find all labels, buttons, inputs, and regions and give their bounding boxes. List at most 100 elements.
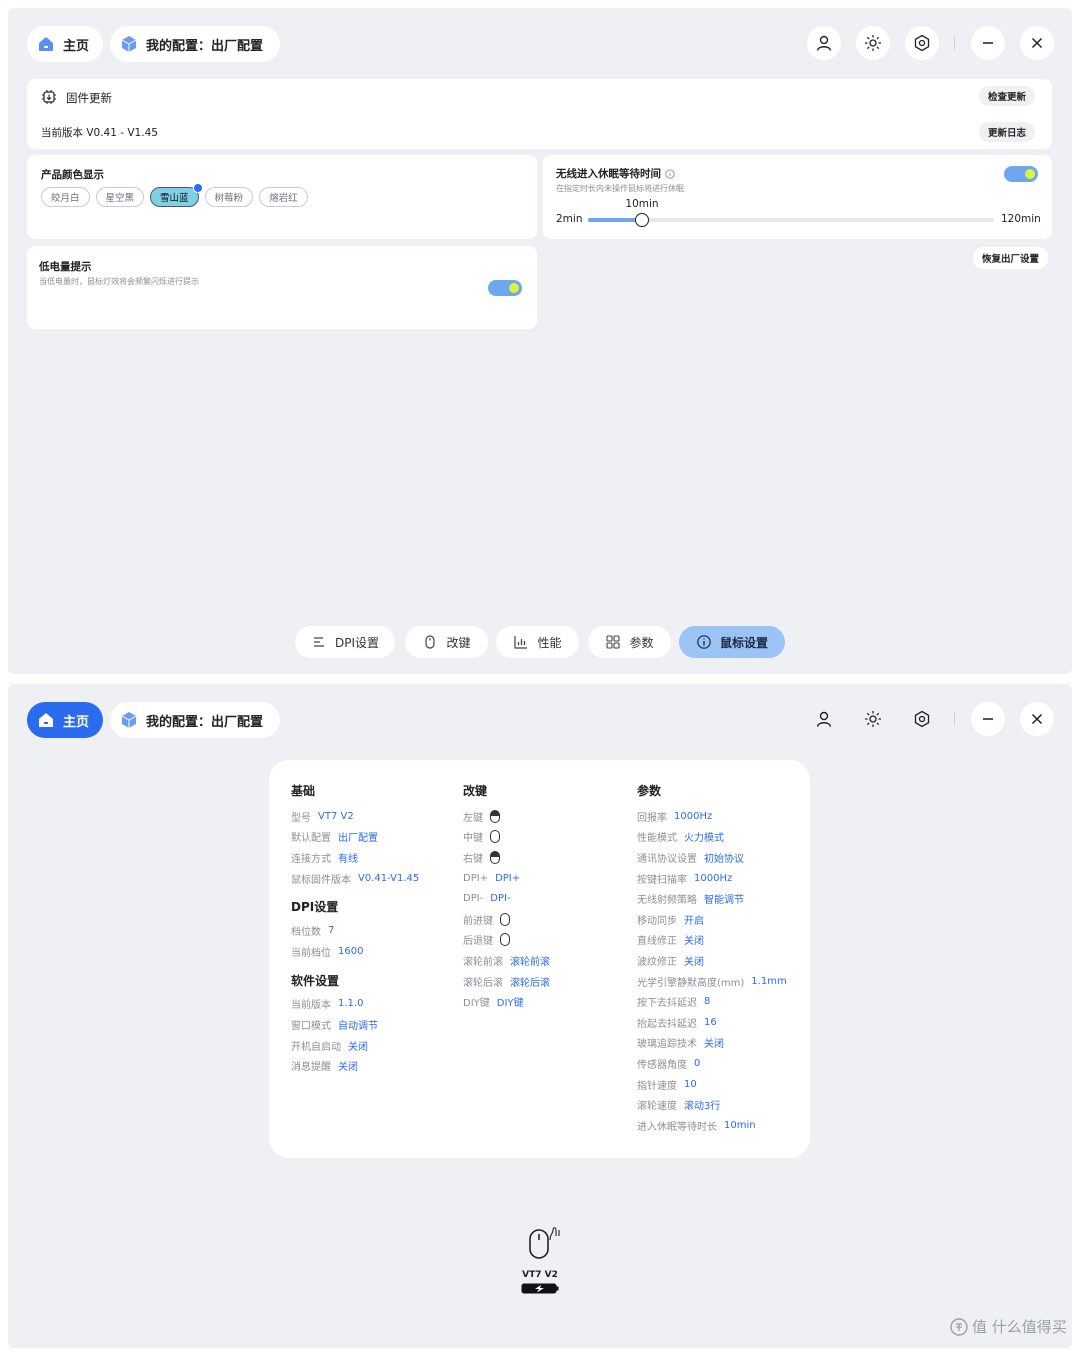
settings-button[interactable]: [905, 702, 939, 736]
summary-value: 1000Hz: [694, 872, 733, 884]
summary-row: 默认配置 出厂配置: [291, 827, 461, 848]
software-heading: 软件设置: [291, 973, 340, 988]
home-icon: [39, 37, 53, 51]
title-bar: 主页 我的配置：出厂配置: [8, 684, 1072, 756]
summary-key: 后退键: [463, 936, 493, 948]
list-icon: [313, 637, 324, 647]
summary-key: 左键: [463, 812, 483, 824]
close-button[interactable]: [1020, 702, 1054, 736]
user-button[interactable]: [807, 702, 841, 736]
lighting-button[interactable]: [856, 26, 890, 60]
summary-key: 无线射频策略: [637, 895, 697, 907]
summary-key: DIY键: [463, 998, 490, 1010]
summary-row: 滚轮后滚 滚轮后滚: [463, 971, 633, 992]
brightness-icon: [865, 711, 881, 727]
summary-row: 消息提醒 关闭: [291, 1055, 461, 1076]
tab-keys[interactable]: 改键: [405, 626, 488, 658]
summary-row: 抬起去抖延迟 16: [637, 1012, 807, 1033]
summary-value: 滚动3行: [684, 1101, 721, 1113]
sleep-slider-track[interactable]: 10min: [588, 198, 994, 227]
tab-performance[interactable]: 性能: [496, 626, 579, 658]
summary-key: 滚轮速度: [637, 1101, 677, 1113]
summary-value: 智能调节: [704, 895, 744, 907]
changelog-button[interactable]: 更新日志: [979, 122, 1036, 142]
mouse-icon: [425, 635, 436, 649]
hexagon-settings-icon: [914, 710, 930, 728]
summary-value: VT7 V2: [318, 810, 354, 822]
minimize-icon: [983, 718, 993, 720]
summary-row: 直线修正 关闭: [637, 930, 807, 951]
title-separator: [954, 36, 955, 50]
summary-key: 指针速度: [637, 1080, 677, 1092]
tab-params[interactable]: 参数: [588, 626, 671, 658]
tab-mouse-settings[interactable]: 鼠标设置: [679, 626, 785, 658]
lighting-button[interactable]: [856, 702, 890, 736]
low-battery-toggle[interactable]: [488, 280, 522, 296]
summary-value: 1600: [338, 945, 364, 957]
summary-row: 鼠标固件版本 V0.41-V1.45: [291, 868, 461, 889]
summary-value: DPI+: [495, 872, 521, 884]
summary-row: 窗口模式 自动调节: [291, 1014, 461, 1035]
color-chip[interactable]: 树莓粉: [204, 187, 254, 207]
summary-col-keys: 改键 左键 中键 右键 DPI+ DPI+ DPI- DPI- 前进键 后退键 滚轮前滚 滚轮前滚滚…: [463, 782, 633, 1012]
factory-reset-button[interactable]: 恢复出厂设置: [973, 247, 1049, 269]
close-button[interactable]: [1020, 26, 1054, 60]
check-badge-icon: [192, 183, 203, 193]
config-label: 我的配置：出厂配置: [146, 38, 264, 54]
minimize-button[interactable]: [971, 26, 1005, 60]
info-icon[interactable]: [665, 168, 675, 179]
color-chip[interactable]: 熔岩红: [259, 187, 308, 207]
summary-key: 型号: [291, 812, 311, 824]
mouse-forward-icon: [500, 912, 510, 926]
sleep-desc: 在指定时长内未操作鼠标将进行休眠: [556, 184, 684, 193]
device-widget[interactable]: VT7 V2: [514, 1222, 566, 1298]
summary-value: 关闭: [348, 1041, 368, 1053]
minimize-button[interactable]: [971, 702, 1005, 736]
tab-dpi[interactable]: DPI设置: [295, 626, 395, 658]
summary-row: 型号 VT7 V2: [291, 806, 461, 827]
mouse-right-icon: [490, 850, 500, 864]
summary-value: 16: [704, 1016, 717, 1028]
summary-key: 光学引擎静默高度(mm): [637, 977, 745, 989]
summary-value: 开启: [684, 915, 704, 927]
summary-key: 中键: [463, 833, 483, 845]
summary-key: 鼠标固件版本: [291, 874, 351, 886]
low-battery-desc: 当低电量时，鼠标灯效将会频繁闪烁进行提示: [39, 277, 199, 286]
home-button[interactable]: 主页: [27, 702, 103, 738]
watermark-text: 值 什么值得买: [972, 1318, 1067, 1336]
user-button[interactable]: [807, 26, 841, 60]
summary-value: 1000Hz: [674, 810, 713, 822]
summary-value: 10: [684, 1078, 697, 1090]
firmware-card: 固件更新 当前版本 V0.41 - V1.45 检查更新 更新日志: [27, 79, 1052, 149]
settings-button[interactable]: [905, 26, 939, 60]
summary-value: 出厂配置: [338, 833, 378, 845]
config-button[interactable]: 我的配置：出厂配置: [110, 702, 280, 738]
brightness-icon: [865, 35, 881, 51]
sleep-slider-thumb[interactable]: [635, 213, 649, 227]
summary-row: 光学引擎静默高度(mm) 1.1mm: [637, 971, 807, 992]
summary-row: 连接方式 有线: [291, 847, 461, 868]
tab-params-label: 参数: [629, 635, 654, 650]
check-update-button[interactable]: 检查更新: [979, 86, 1036, 106]
info-icon: [697, 635, 711, 649]
summary-value: DPI-: [490, 893, 511, 905]
params-heading: 参数: [637, 784, 662, 798]
summary-row: 移动同步 开启: [637, 909, 807, 930]
sleep-toggle[interactable]: [1004, 166, 1038, 182]
summary-row: DIY键 DIY键: [463, 991, 633, 1012]
basic-heading: 基础: [291, 784, 316, 798]
color-chip[interactable]: 雪山蓝: [150, 183, 203, 207]
summary-col-left: 基础 型号 VT7 V2 默认配置 出厂配置 连接方式 有线 鼠标固件版本 V0.41-V1.…: [291, 782, 461, 1076]
summary-key: 滚轮后滚: [463, 977, 503, 989]
summary-key: 传感器角度: [637, 1059, 687, 1071]
home-button[interactable]: 主页: [27, 26, 103, 62]
config-button[interactable]: 我的配置：出厂配置: [110, 26, 280, 62]
home-icon: [39, 713, 53, 727]
summary-key: 连接方式: [291, 853, 331, 865]
summary-value: 初始协议: [704, 853, 744, 865]
color-chip[interactable]: 星空黑: [95, 187, 145, 207]
title-separator: [954, 712, 955, 726]
summary-value: 0: [694, 1057, 701, 1069]
sleep-max-label: 120min: [1001, 213, 1041, 225]
color-chip[interactable]: 皎月白: [41, 187, 90, 207]
